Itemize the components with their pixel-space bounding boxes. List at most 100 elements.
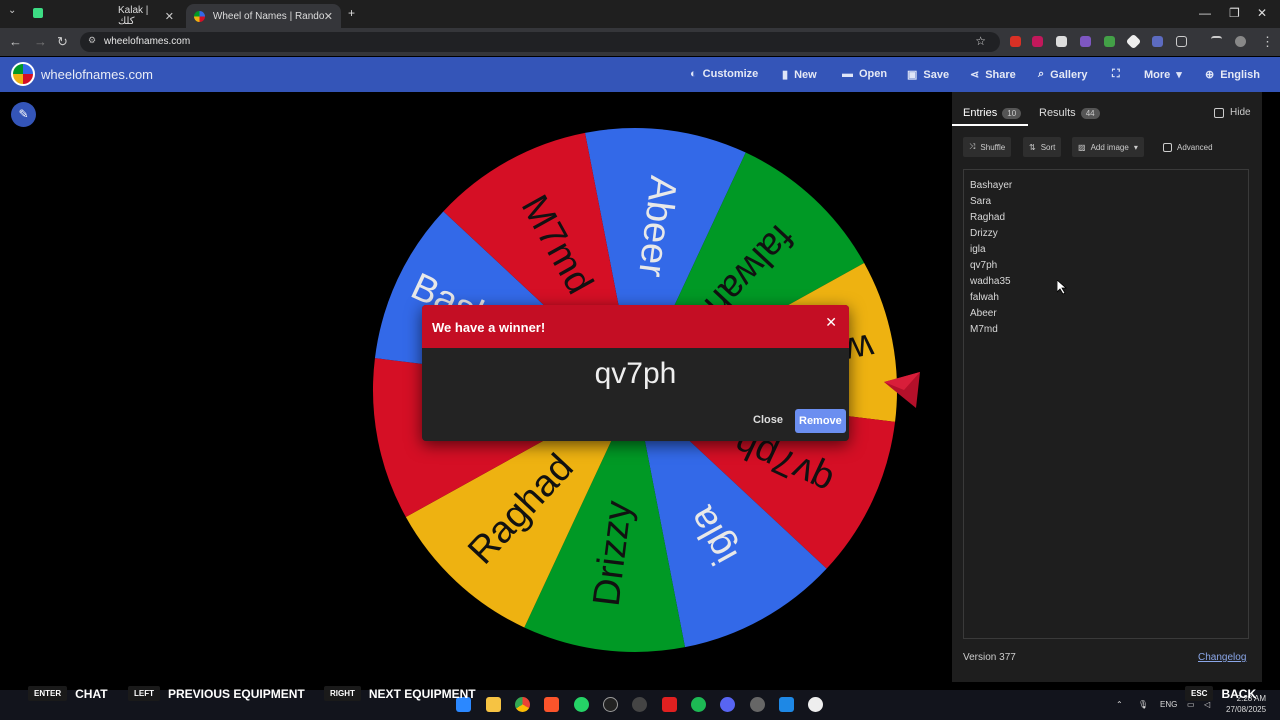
list-item: qv7ph	[970, 260, 998, 271]
extension-icon[interactable]	[1010, 36, 1021, 47]
site-name[interactable]: wheelofnames.com	[41, 67, 153, 82]
folder-icon: ▬	[842, 68, 853, 80]
gallery-button[interactable]: ⌕ Gallery	[1038, 68, 1087, 81]
browser-menu-icon[interactable]: ⋮	[1261, 34, 1274, 50]
tab-entries[interactable]: Entries 10	[963, 107, 1022, 119]
steam-icon[interactable]	[632, 697, 647, 712]
checkbox-icon	[1163, 142, 1172, 152]
list-item: M7md	[970, 324, 998, 335]
share-button[interactable]: ⋖ Share	[970, 68, 1016, 82]
brave-icon[interactable]	[544, 697, 559, 712]
hint-enter-chat: ENTER CHAT	[28, 686, 108, 701]
tab-title: Kalak | كلك	[118, 5, 149, 27]
close-icon[interactable]: ✕	[165, 10, 174, 23]
globe-icon: ⊕	[1205, 69, 1215, 81]
file-explorer-icon[interactable]	[486, 697, 501, 712]
list-item: Raghad	[970, 212, 1006, 223]
app-icon	[33, 8, 43, 18]
bookmark-star-icon[interactable]: ☆	[975, 34, 986, 48]
app-icon[interactable]	[603, 697, 618, 712]
browser-tab-bar: ⌄ Kalak | كلك ✕ Wheel of Names | Random …	[0, 0, 1280, 28]
url-text: wheelofnames.com	[104, 36, 191, 47]
discord-icon[interactable]	[720, 697, 735, 712]
spotify-icon[interactable]	[691, 697, 706, 712]
tab-wheel-of-names[interactable]: Wheel of Names | Random nam ✕	[186, 4, 341, 28]
add-image-button[interactable]: ▨ Add image ▾	[1072, 137, 1144, 157]
app-icon[interactable]	[750, 697, 765, 712]
close-icon[interactable]: ✕	[825, 314, 837, 331]
extension-icon[interactable]	[1104, 36, 1115, 47]
tab-kalak[interactable]: Kalak | كلك ✕	[110, 4, 182, 28]
edit-pencil-button[interactable]: ✎	[11, 102, 36, 127]
tab-search-icon[interactable]	[1211, 36, 1222, 47]
tab-title: Wheel of Names | Random nam	[212, 10, 324, 22]
changelog-link[interactable]: Changelog	[1198, 652, 1246, 663]
shuffle-icon: ⤨	[969, 142, 976, 151]
extension-icon[interactable]	[1125, 33, 1142, 50]
language-indicator[interactable]: ENG	[1160, 700, 1177, 709]
file-icon: ▮	[782, 69, 789, 81]
sort-button[interactable]: ⇅ Sort	[1023, 137, 1062, 157]
advanced-checkbox[interactable]: Advanced	[1157, 137, 1219, 157]
fullscreen-button[interactable]: ⛶	[1112, 68, 1120, 81]
app-icon[interactable]	[662, 697, 677, 712]
new-tab-icon[interactable]: +	[348, 6, 355, 20]
extension-icon[interactable]	[1032, 36, 1043, 47]
open-button[interactable]: ▬ Open	[842, 68, 887, 80]
app-icon[interactable]	[808, 697, 823, 712]
profile-avatar-icon[interactable]	[1235, 36, 1246, 47]
logo-icon[interactable]	[11, 62, 35, 86]
more-button[interactable]: More ▾	[1144, 68, 1182, 82]
language-button[interactable]: ⊕ English	[1205, 68, 1260, 82]
list-item: igla	[970, 244, 986, 255]
extension-icon[interactable]	[1152, 36, 1163, 47]
version-text: Version 377	[963, 652, 1016, 663]
reload-icon[interactable]: ↻	[57, 34, 68, 50]
list-item: Bashayer	[970, 180, 1013, 191]
extension-icon[interactable]	[1080, 36, 1091, 47]
restore-icon[interactable]: ❐	[1229, 6, 1240, 20]
window-close-icon[interactable]: ✕	[1257, 6, 1267, 20]
save-button[interactable]: ▣ Save	[907, 68, 949, 82]
close-icon[interactable]: ✕	[324, 10, 333, 23]
winner-dialog: We have a winner! ✕ qv7ph Close Remove	[422, 305, 849, 441]
extension-icon[interactable]	[1056, 36, 1067, 47]
tab-list-chevron-icon[interactable]: ⌄	[8, 5, 16, 16]
tray-chevron-icon[interactable]: ⌃	[1116, 700, 1123, 709]
close-button[interactable]: Close	[747, 409, 789, 433]
chrome-icon[interactable]	[515, 697, 530, 712]
list-item: Abeer	[970, 308, 997, 319]
microphone-icon[interactable]: 🎙	[1138, 700, 1148, 709]
entries-textarea[interactable]: Bashayer Sara Raghad Drizzy igla qv7ph w…	[963, 169, 1249, 639]
shuffle-button[interactable]: ⤨ Shuffle	[963, 137, 1012, 157]
hide-checkbox[interactable]: Hide	[1214, 107, 1251, 118]
list-item: falwah	[970, 292, 999, 303]
new-button[interactable]: ▮ New	[782, 68, 817, 82]
url-field[interactable]: ⚙ wheelofnames.com ☆	[80, 32, 1000, 52]
entries-count-badge: 10	[1002, 107, 1022, 119]
app-icon[interactable]	[779, 697, 794, 712]
address-bar-row: ← → ↻ ⚙ wheelofnames.com ☆ ⋮	[0, 28, 1280, 56]
minimize-icon[interactable]: —	[1199, 6, 1211, 20]
whatsapp-icon[interactable]	[574, 697, 589, 712]
palette-icon: ◐	[690, 68, 697, 80]
volume-icon[interactable]: ◁	[1204, 700, 1210, 709]
hint-esc-back: ESC BACK	[1185, 686, 1256, 701]
checkbox-icon	[1214, 107, 1224, 118]
chevron-down-icon: ▾	[1176, 69, 1182, 81]
network-icon[interactable]: ▭	[1187, 700, 1195, 709]
site-info-icon[interactable]: ⚙	[88, 35, 96, 46]
pencil-icon: ✎	[18, 107, 29, 121]
wheel-pointer-icon	[884, 372, 920, 408]
customize-button[interactable]: ◐ Customize	[690, 68, 758, 80]
tab-results[interactable]: Results 44	[1039, 107, 1100, 119]
forward-icon[interactable]: →	[34, 34, 47, 49]
dialog-title: We have a winner!	[422, 305, 849, 348]
remove-button[interactable]: Remove	[795, 409, 846, 433]
share-icon: ⋖	[970, 69, 980, 81]
image-icon: ▨	[1078, 142, 1086, 152]
list-item: wadha35	[970, 276, 1011, 287]
extensions-puzzle-icon[interactable]	[1176, 36, 1187, 47]
back-icon[interactable]: ←	[9, 34, 22, 49]
favicon-icon	[194, 10, 205, 22]
